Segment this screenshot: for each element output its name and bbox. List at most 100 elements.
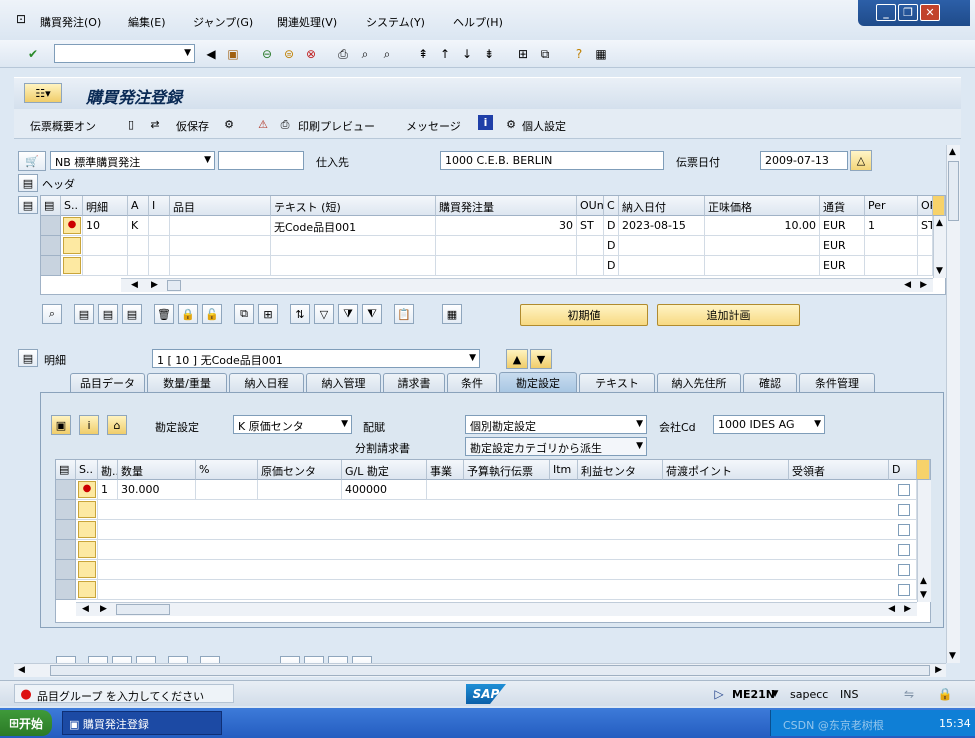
new-session-icon[interactable]: ⊞ bbox=[514, 45, 532, 63]
status-cell[interactable] bbox=[78, 581, 96, 598]
item-selector[interactable]: 1 [ 10 ] 无Code品目001 ▼ bbox=[152, 349, 480, 368]
chevron-down-icon[interactable]: ▼ bbox=[341, 419, 348, 429]
enter-check-icon[interactable]: ✔ bbox=[24, 45, 42, 63]
scroll-right-icon[interactable]: ▶ bbox=[100, 604, 107, 614]
menu-edit[interactable]: 編集(E) bbox=[128, 14, 166, 30]
scroll-left-icon[interactable]: ◀ bbox=[131, 280, 138, 290]
scroll-right-icon[interactable]: ▶ bbox=[935, 665, 942, 675]
row-selector[interactable] bbox=[41, 216, 61, 236]
empty-row[interactable] bbox=[98, 520, 917, 540]
scroll-left-icon[interactable]: ◀ bbox=[904, 280, 911, 290]
chevron-down-icon[interactable]: ▼ bbox=[184, 48, 191, 58]
lock-icon[interactable]: 🔒 bbox=[178, 304, 198, 324]
first-page-icon[interactable]: ⇞ bbox=[414, 45, 432, 63]
cell-c[interactable]: D bbox=[604, 216, 619, 236]
print-preview-button[interactable]: 印刷プレビュー bbox=[298, 118, 375, 134]
row-selector[interactable] bbox=[41, 256, 61, 276]
partial-invoice-select[interactable]: 勘定設定カテゴリから派生 ▼ bbox=[465, 437, 647, 456]
task-button[interactable]: ▣ 購買発注登録 bbox=[62, 711, 222, 735]
acct-vertical-scrollbar[interactable]: ▲ ▼ bbox=[917, 480, 931, 602]
row-selector[interactable] bbox=[56, 520, 76, 540]
tab-conditions[interactable]: 条件 bbox=[447, 373, 497, 392]
row-selector[interactable] bbox=[56, 580, 76, 600]
error-status-icon[interactable]: ● bbox=[78, 481, 96, 498]
acct-assign-select[interactable]: K 原価センタ ▼ bbox=[233, 415, 352, 434]
empty-row[interactable] bbox=[98, 540, 917, 560]
cell-per[interactable] bbox=[865, 256, 918, 276]
filter-icon[interactable]: ⧩ bbox=[338, 304, 358, 324]
tab-delivery[interactable]: 納入管理 bbox=[306, 373, 381, 392]
cell-short-text[interactable] bbox=[271, 236, 436, 256]
cell-oun[interactable]: ST bbox=[577, 216, 604, 236]
distribution-select[interactable]: 個別勘定設定 ▼ bbox=[465, 415, 647, 434]
cell-cost-center[interactable] bbox=[258, 480, 342, 500]
collapse-item-detail-icon[interactable]: ▤ bbox=[18, 349, 38, 367]
main-vertical-scrollbar[interactable]: ▲ ▼ bbox=[946, 145, 960, 663]
col-header-oun[interactable]: OUn bbox=[577, 196, 604, 216]
warning-icon[interactable]: △ bbox=[850, 150, 872, 171]
cell-quantity[interactable]: 30.000 bbox=[118, 480, 196, 500]
new-document-icon[interactable]: ▯ bbox=[122, 115, 140, 133]
bell-icon[interactable]: ⌂ bbox=[107, 415, 127, 435]
deletion-checkbox[interactable] bbox=[898, 524, 910, 536]
menu-system[interactable]: システム(Y) bbox=[366, 14, 425, 30]
deletion-checkbox[interactable] bbox=[898, 544, 910, 556]
col-header-itm[interactable]: Itm bbox=[550, 460, 578, 480]
command-field[interactable]: ▼ bbox=[54, 44, 195, 63]
header-section-label[interactable]: ヘッダ bbox=[42, 176, 75, 192]
select-all-icon[interactable]: ▤ bbox=[56, 460, 76, 480]
print-icon[interactable]: ⎙ bbox=[334, 45, 352, 63]
menu-help[interactable]: ヘルプ(H) bbox=[453, 14, 503, 30]
cell-currency[interactable]: EUR bbox=[820, 216, 865, 236]
scroll-left-icon[interactable]: ◀ bbox=[18, 665, 25, 675]
col-header-c[interactable]: C bbox=[604, 196, 619, 216]
copy-icon[interactable]: ⧉ bbox=[234, 304, 254, 324]
sort-icon[interactable]: ⇅ bbox=[290, 304, 310, 324]
status-cell[interactable] bbox=[63, 257, 81, 274]
unlock-icon[interactable]: 🔓 bbox=[202, 304, 222, 324]
menu-window-icon[interactable]: ⊡ bbox=[12, 10, 30, 28]
chevron-down-icon[interactable]: ▼ bbox=[204, 155, 211, 165]
back-arrow-small-icon[interactable]: ◀ bbox=[202, 45, 220, 63]
status-cell[interactable] bbox=[78, 501, 96, 518]
cell-currency[interactable]: EUR bbox=[820, 236, 865, 256]
scroll-up-icon[interactable]: ▲ bbox=[920, 576, 927, 586]
prev-item-icon[interactable]: ▲ bbox=[506, 349, 528, 369]
col-header-item-cat[interactable]: I bbox=[149, 196, 170, 216]
cell-material[interactable] bbox=[170, 236, 271, 256]
messages-button[interactable]: メッセージ bbox=[406, 118, 461, 134]
cell-op[interactable] bbox=[918, 256, 933, 276]
info-icon[interactable]: i bbox=[478, 115, 493, 130]
scroll-thumb[interactable] bbox=[50, 665, 930, 676]
cell-delivery-date[interactable] bbox=[619, 236, 705, 256]
scroll-right-icon[interactable]: ▶ bbox=[151, 280, 158, 290]
col-header-cost-center[interactable]: 原価センタ bbox=[258, 460, 342, 480]
hold-button[interactable]: 仮保存 bbox=[176, 118, 209, 134]
cell-oun[interactable] bbox=[577, 236, 604, 256]
cell-acct[interactable] bbox=[128, 256, 149, 276]
col-header-recipient[interactable]: 受領者 bbox=[789, 460, 889, 480]
scroll-down-icon[interactable]: ▼ bbox=[920, 590, 927, 600]
cancel-icon[interactable]: ⊗ bbox=[302, 45, 320, 63]
cell-acct[interactable] bbox=[128, 236, 149, 256]
chevron-down-icon[interactable]: ▼ bbox=[636, 419, 643, 429]
deletion-checkbox[interactable] bbox=[898, 484, 910, 496]
menu-goto[interactable]: ジャンプ(G) bbox=[193, 14, 253, 30]
item-details-icon[interactable]: ⌕ bbox=[42, 304, 62, 324]
status-cell[interactable] bbox=[78, 541, 96, 558]
single-account-icon[interactable]: ▣ bbox=[51, 415, 71, 435]
chevron-down-icon[interactable]: ▼ bbox=[636, 441, 643, 451]
col-header-op[interactable]: OP bbox=[918, 196, 933, 216]
collapse-items-icon[interactable]: ▤ bbox=[18, 196, 38, 214]
next-page-icon[interactable]: ↓ bbox=[458, 45, 476, 63]
cell-item[interactable]: 10 bbox=[83, 216, 128, 236]
tab-texts[interactable]: テキスト bbox=[579, 373, 655, 392]
split-icon[interactable]: ⊞ bbox=[258, 304, 278, 324]
empty-row[interactable] bbox=[98, 580, 917, 600]
find-icon[interactable]: ⌕ bbox=[356, 45, 374, 63]
cell-po-qty[interactable] bbox=[436, 256, 577, 276]
tab-quantity-weight[interactable]: 数量/重量 bbox=[147, 373, 227, 392]
cell-op[interactable] bbox=[918, 236, 933, 256]
cell-net-price[interactable] bbox=[705, 236, 820, 256]
col-header-status[interactable]: S.. bbox=[76, 460, 98, 480]
